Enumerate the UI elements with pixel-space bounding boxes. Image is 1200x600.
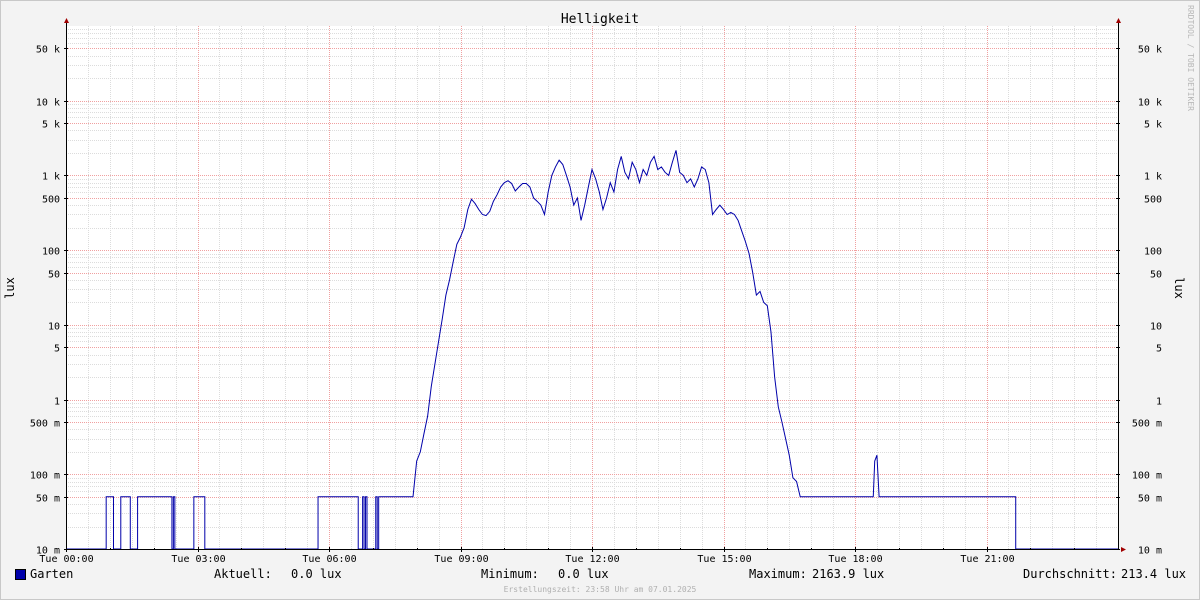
chart-canvas: 10 m 50 m 100 m 500 m 1 5 10 50 100 500 1 k 5 k 10 k… [3, 5, 1195, 565]
y-tick-label: 5 k [42, 120, 60, 131]
legend-swatch-garten [15, 569, 26, 580]
y-axis-arrow-left [64, 18, 69, 23]
y-tick-labels-right: 10 m 50 m 100 m 500 m 1 5 10 50 100 500 1 k 5 k 10 k… [1132, 45, 1162, 557]
y-tick-label: 50 m [36, 494, 60, 505]
x-tick-labels: Tue 00:00 Tue 03:00 Tue 06:00 Tue 09:00 Tue … [39, 554, 1014, 565]
y-tick-label: 100 [1144, 247, 1162, 258]
x-tick-label: Tue 09:00 [434, 554, 488, 565]
y-tick-label: 500 m [1132, 419, 1162, 430]
x-tick-label: Tue 03:00 [171, 554, 225, 565]
x-tick-label: Tue 00:00 [39, 554, 93, 565]
creation-timestamp: Erstellungszeit: 23:58 Uhr am 07.01.2025 [503, 585, 697, 594]
stat-minimum-value: 0.0 lux [558, 567, 609, 581]
y-tick-label: 5 [54, 344, 60, 355]
stat-minimum-label: Minimum: [481, 567, 539, 581]
y-tick-label: 500 [42, 195, 60, 206]
y-tick-label: 10 k [1138, 98, 1162, 109]
y-tick-label: 1 k [1144, 172, 1162, 183]
y-tick-label: 1 k [42, 172, 60, 183]
y-tick-label: 1 [1156, 397, 1162, 408]
stat-average-value: 213.4 lux [1121, 567, 1187, 581]
x-tick-label: Tue 18:00 [828, 554, 882, 565]
y-tick-label: 50 [1150, 270, 1162, 281]
stat-maximum-value: 2163.9 lux [812, 567, 885, 581]
stat-maximum-label: Maximum: [749, 567, 807, 581]
y-tick-label: 500 [1144, 195, 1162, 206]
y-tick-label: 50 k [1138, 45, 1162, 56]
y-tick-label: 50 m [1138, 494, 1162, 505]
y-axis-label-left: lux [3, 277, 17, 299]
x-tick-label: Tue 21:00 [960, 554, 1014, 565]
stat-current-label: Aktuell: [214, 567, 272, 581]
y-tick-label: 500 m [30, 419, 60, 430]
stat-average-label: Durchschnitt: [1023, 567, 1117, 581]
y-tick-label: 10 m [1138, 546, 1162, 557]
y-tick-label: 5 k [1144, 120, 1162, 131]
x-axis-arrow [1121, 547, 1126, 552]
y-tick-label: 50 [48, 270, 60, 281]
x-tick-label: Tue 15:00 [697, 554, 751, 565]
y-tick-label: 50 k [36, 45, 60, 56]
y-tick-label: 100 m [1132, 471, 1162, 482]
y-tick-label: 100 [42, 247, 60, 258]
x-tick-label: Tue 12:00 [565, 554, 619, 565]
y-tick-label: 5 [1156, 344, 1162, 355]
y-axis-label-right: lux [1172, 277, 1186, 299]
x-tick-label: Tue 06:00 [302, 554, 356, 565]
y-tick-label: 1 [54, 397, 60, 408]
y-tick-label: 10 [48, 322, 60, 333]
y-tick-label: 100 m [30, 471, 60, 482]
y-axis-arrow-right [1116, 18, 1121, 23]
legend-label-garten: Garten [30, 567, 74, 581]
stat-current-value: 0.0 lux [291, 567, 342, 581]
y-tick-label: 10 [1150, 322, 1162, 333]
side-credit: RRDTOOL / TOBI OETIKER [1186, 5, 1195, 111]
chart-title: Helligkeit [561, 12, 639, 27]
y-tick-labels-left: 10 m50 m100 m500 m1510501005001 k5 k10 k… [30, 45, 60, 557]
y-tick-label: 10 k [36, 98, 60, 109]
